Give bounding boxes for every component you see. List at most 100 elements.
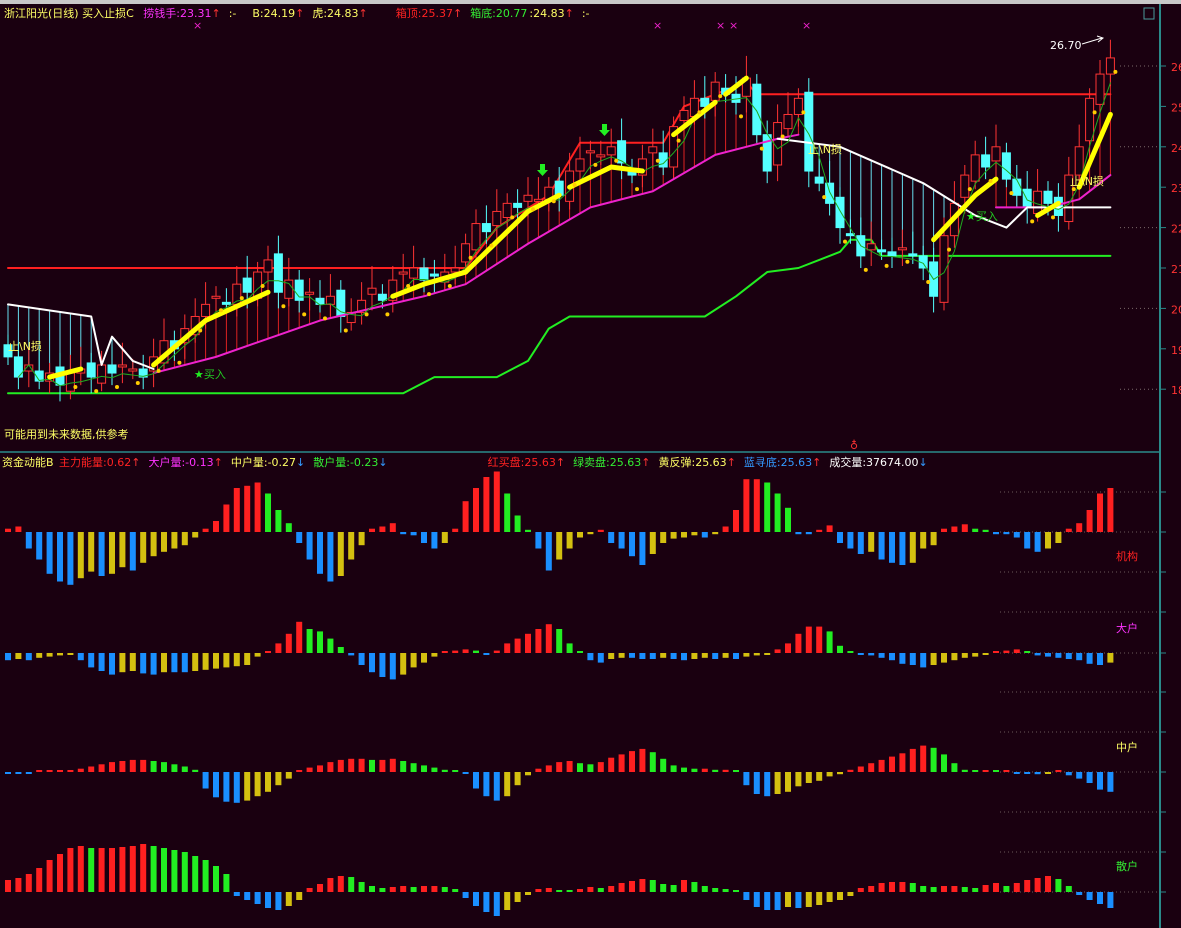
candle	[585, 150, 595, 154]
flow-bar	[109, 532, 115, 574]
flow-bar	[982, 529, 989, 532]
flow-bar	[15, 526, 22, 532]
flow-bar	[410, 532, 417, 536]
future-data-warning: 可能用到未来数据,供参考	[4, 427, 129, 441]
flow-bar	[1013, 532, 1020, 538]
signal-dot	[156, 368, 161, 373]
flow-bar	[1107, 892, 1114, 908]
flow-bar	[337, 532, 344, 576]
signal-dot	[239, 296, 244, 301]
flow-bar	[889, 653, 895, 661]
candle	[908, 253, 918, 257]
candle	[991, 146, 1001, 162]
panel-label: 中户	[1116, 740, 1138, 754]
flow-bar	[878, 532, 885, 560]
flow-bar	[993, 883, 999, 892]
flow-bar	[452, 528, 459, 532]
candle	[305, 291, 315, 295]
signal-dot	[385, 312, 390, 317]
price-label: 26	[1171, 61, 1181, 74]
flow-bar	[774, 493, 781, 532]
flow-bar	[410, 653, 417, 668]
fund-flow-bars	[5, 471, 1114, 916]
candle	[897, 247, 907, 251]
price-label: 21	[1171, 263, 1181, 276]
flow-bar	[1107, 653, 1114, 663]
signal-dot	[94, 389, 99, 394]
price-label: 23	[1171, 182, 1181, 195]
flow-bar	[1086, 892, 1093, 900]
flow-bar	[1065, 528, 1072, 532]
flow-bar	[566, 761, 573, 772]
flow-bar	[5, 528, 11, 532]
flow-bar	[379, 653, 386, 677]
flow-bar	[1055, 770, 1062, 772]
flow-bar	[930, 747, 937, 772]
flow-bar	[192, 653, 199, 671]
signal-dot	[73, 385, 78, 390]
candle	[648, 146, 658, 154]
x-marker: ×	[653, 19, 662, 32]
signal-dot	[1030, 219, 1035, 224]
flow-bar	[369, 759, 375, 772]
flow-bar	[296, 892, 303, 900]
flow-bar	[556, 532, 563, 560]
flow-bar	[826, 525, 833, 532]
flow-bar	[98, 532, 105, 576]
signal-dot	[572, 183, 577, 188]
flow-bar	[597, 762, 604, 772]
flow-bar	[639, 532, 646, 565]
candle	[377, 293, 387, 301]
high-price-label: 26.70	[1050, 39, 1082, 52]
flow-bar	[525, 529, 531, 532]
flow-bar	[691, 768, 698, 772]
flow-bar	[317, 765, 323, 772]
flow-bar	[982, 885, 989, 892]
flow-bar	[577, 651, 583, 653]
flow-bar	[1107, 488, 1114, 532]
flow-bar	[369, 886, 375, 892]
flow-bar	[753, 772, 760, 794]
flow-bar	[337, 759, 344, 772]
flow-bar	[109, 653, 115, 675]
header-value: :-	[582, 7, 590, 20]
flow-bar	[857, 888, 864, 892]
flow-bar	[556, 890, 563, 892]
flow-bar	[88, 653, 95, 668]
candle	[1043, 190, 1053, 204]
flow-bar	[847, 651, 854, 653]
flow-bar	[920, 886, 927, 892]
flow-bar	[36, 868, 43, 892]
flow-bar	[77, 653, 84, 661]
candle	[814, 176, 824, 184]
candle	[783, 113, 793, 130]
flow-bar	[701, 886, 708, 892]
flow-bar	[244, 772, 251, 801]
flow-bar	[389, 523, 396, 532]
flow-bar	[36, 770, 43, 772]
flow-bar	[785, 507, 791, 532]
stock-chart[interactable]: 26 25 24 23 22 21 20 19 18 浙江阳光(日线) 买入止损C 捞钱手:23…	[0, 0, 1181, 928]
flow-bar	[1097, 653, 1103, 665]
down-arrow-icon	[599, 124, 610, 136]
flow-bar	[733, 770, 739, 772]
flow-bar	[150, 846, 157, 892]
candle	[263, 259, 273, 273]
signal-dot	[947, 247, 951, 252]
candle	[502, 202, 512, 219]
chart-header: 浙江阳光(日线) 买入止损C 捞钱手:23.31↑:- B:24.19↑ 虎:24.…	[4, 6, 590, 20]
flow-bar	[649, 752, 656, 772]
x-marker: ×	[729, 19, 738, 32]
down-arrow-icon: ↓	[919, 456, 928, 469]
flow-bar	[213, 772, 219, 798]
flow-bar	[670, 885, 677, 892]
signal-dot	[988, 179, 993, 183]
window-toggle-icon[interactable]	[1143, 7, 1155, 20]
down-arrow-icon: ↓	[378, 456, 387, 469]
flow-bar	[639, 879, 646, 892]
flow-bar	[691, 653, 698, 659]
flow-bar	[712, 532, 719, 535]
flow-bar	[556, 762, 563, 772]
signal-dot	[198, 328, 203, 333]
flow-bar	[1024, 772, 1031, 774]
